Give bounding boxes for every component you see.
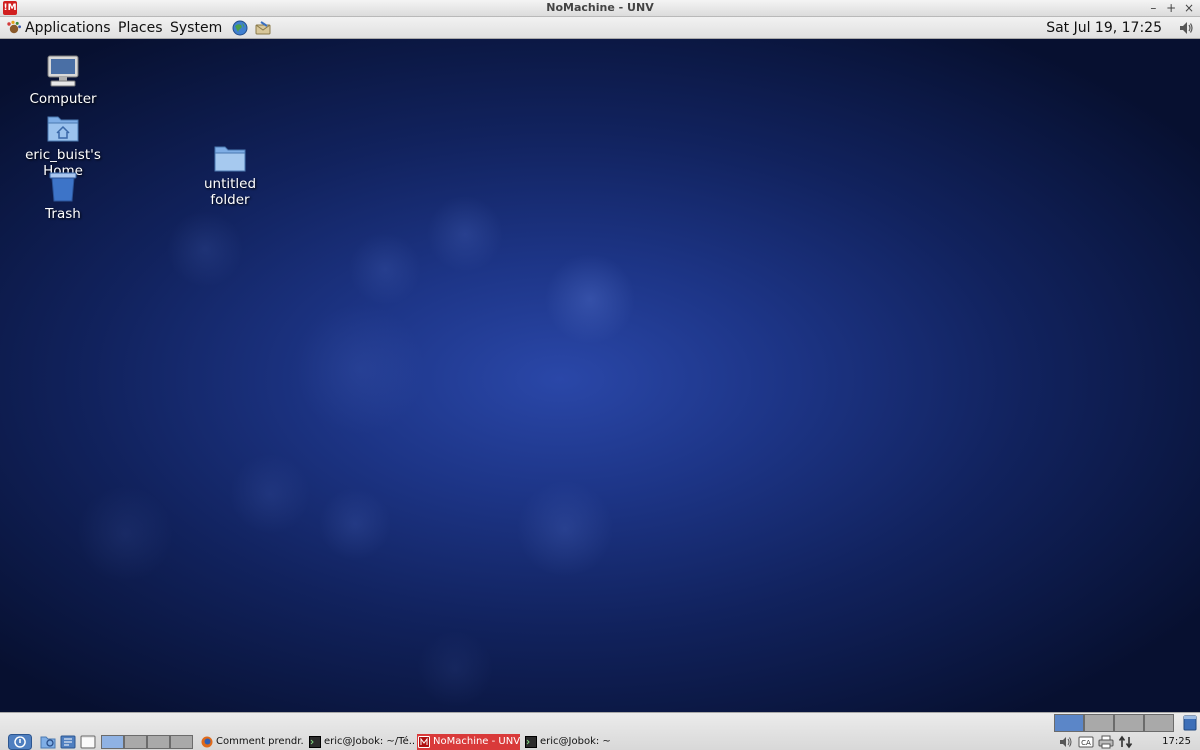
top-panel: Applications Places System Sat Jul 19, 1… — [0, 17, 1200, 39]
bottom-panel-clock[interactable]: 17:25 — [1162, 734, 1191, 750]
top-panel-clock[interactable]: Sat Jul 19, 17:25 — [1046, 17, 1162, 39]
desktop-icon-computer[interactable]: Computer — [18, 53, 108, 107]
web-browser-icon[interactable] — [232, 20, 248, 36]
window-titlebar: !M NoMachine - UNV – + × — [0, 0, 1200, 17]
desktop-icon-untitled-folder[interactable]: untitled folder — [185, 142, 275, 208]
close-button[interactable]: × — [1182, 0, 1196, 16]
folder-icon — [214, 146, 246, 172]
mail-client-icon[interactable] — [255, 20, 271, 36]
desktop-icon-trash[interactable]: Trash — [18, 170, 108, 222]
printer-icon[interactable] — [1098, 735, 1114, 749]
applications-menu[interactable]: Applications — [25, 17, 111, 39]
main-menu-icon[interactable] — [8, 734, 32, 750]
volume-icon[interactable] — [1178, 20, 1194, 36]
network-icon[interactable] — [60, 735, 76, 749]
mini-workspace-4[interactable] — [170, 735, 193, 749]
taskbar-terminal-2[interactable]: eric@Jobok: ~ — [524, 734, 620, 750]
bottom-panel: Comment prendr... eric@Jobok: ~/Té... No… — [0, 712, 1200, 750]
firefox-icon — [201, 736, 213, 748]
computer-icon — [47, 55, 79, 87]
taskbar-firefox[interactable]: Comment prendr... — [200, 734, 304, 750]
terminal-icon[interactable] — [80, 735, 96, 749]
mini-workspace-3[interactable] — [147, 735, 170, 749]
keyboard-layout-icon[interactable]: CA — [1078, 735, 1094, 749]
minimize-button[interactable]: – — [1146, 0, 1160, 16]
show-desktop-icon[interactable] — [1183, 715, 1197, 731]
desktop-icon-label: untitled folder — [203, 176, 257, 208]
nomachine-icon — [418, 736, 430, 748]
window-controls: – + × — [1146, 0, 1196, 16]
desktop-icon-label: Computer — [29, 91, 97, 107]
taskbar-label: eric@Jobok: ~/Té... — [324, 736, 414, 747]
network-status-icon[interactable] — [1118, 735, 1134, 749]
window-title: NoMachine - UNV — [546, 1, 654, 14]
mini-workspace-2[interactable] — [124, 735, 147, 749]
taskbar-label: eric@Jobok: ~ — [540, 736, 611, 747]
workspace-3[interactable] — [1114, 714, 1144, 732]
workspace-1[interactable] — [1054, 714, 1084, 732]
desktop-icon-label: Trash — [45, 206, 81, 222]
volume-icon[interactable] — [1058, 735, 1074, 749]
taskbar-nomachine[interactable]: NoMachine - UNV — [417, 734, 520, 750]
workspace-2[interactable] — [1084, 714, 1114, 732]
places-menu[interactable]: Places — [118, 17, 163, 39]
workspace-4[interactable] — [1144, 714, 1174, 732]
taskbar-label: Comment prendr... — [216, 736, 304, 747]
mini-workspace-1[interactable] — [101, 735, 124, 749]
file-browser-icon[interactable] — [40, 735, 56, 749]
terminal-icon — [525, 736, 537, 748]
terminal-icon — [309, 736, 321, 748]
desktop[interactable]: Computer eric_buist's Home Trash untitle… — [0, 39, 1200, 712]
gnome-foot-icon — [7, 20, 21, 34]
taskbar-label: NoMachine - UNV — [433, 736, 520, 747]
trash-icon — [49, 172, 77, 202]
maximize-button[interactable]: + — [1164, 0, 1178, 16]
taskbar-terminal-1[interactable]: eric@Jobok: ~/Té... — [308, 734, 414, 750]
system-menu[interactable]: System — [170, 17, 222, 39]
desktop-icon-home[interactable]: eric_buist's Home — [18, 111, 108, 179]
home-folder-icon — [47, 116, 79, 142]
svg-text:CA: CA — [1081, 739, 1091, 747]
